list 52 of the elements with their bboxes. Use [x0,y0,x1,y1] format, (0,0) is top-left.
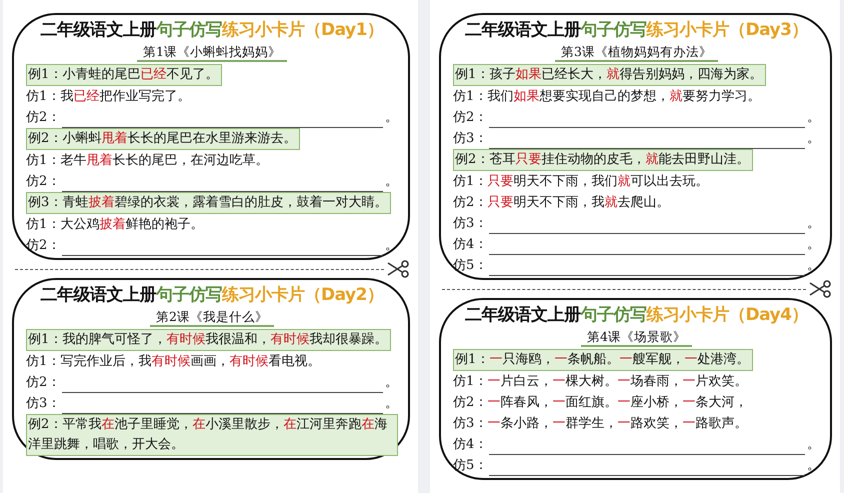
period-mark: 。 [807,215,820,233]
scissors-icon [808,279,832,299]
imitation-sentence: 仿1：老牛甩着长长的尾巴，在河边吃草。 [26,153,268,168]
example-sentence: 例1：我的脾气可怪了，有时候我很温和，有时候我却很暴躁。 [26,329,392,351]
row-label: 仿5： [453,457,488,475]
scissors-icon [386,259,410,279]
period-mark: 。 [385,173,398,191]
lesson-title: 第2课《我是什么》 [150,308,274,327]
row-label: 仿2： [26,237,60,255]
imitation-sentence: 仿1：写完作业后，我有时候画画，有时候看电视。 [26,354,320,369]
imitation-sentence: 仿2：一阵春风，一面红旗。一座小桥，一条大河， [453,395,748,410]
lesson-title: 第1课《小蝌蚪找妈妈》 [137,43,287,62]
row-label: 仿2： [26,374,60,392]
imitation-sentence: 仿2：只要明天不下雨，我就去爬山。 [453,195,670,210]
period-mark: 。 [385,395,398,413]
example-sentence: 例1：一只海鸥，一条帆船。一艘军舰，一处港湾。 [453,349,754,371]
example-sentence: 例1：小青蛙的尾巴已经不见了。 [26,64,222,86]
period-mark: 。 [807,130,820,148]
example-sentence: 例1：孩子如果已经长大，就得告别妈妈，四海为家。 [453,64,766,86]
example-sentence: 例3：青蛙披着碧绿的衣裳，露着雪白的肚皮，鼓着一对大睛。 [26,192,392,214]
row-label: 仿3： [453,215,488,233]
row-label: 仿2： [26,109,60,127]
row-label: 仿2： [453,109,488,127]
card-title: 二年级语文上册句子仿写练习小卡片（Day1） [40,19,384,42]
example-sentence: 例2：苍耳只要挂住动物的皮毛，就能去田野山洼。 [453,149,754,171]
imitation-sentence: 仿1：我已经把作业写完了。 [26,89,190,104]
period-mark: 。 [807,109,820,127]
lesson-title: 第3课《植物妈妈有办法》 [555,43,718,62]
example-sentence: 例2：小蝌蚪甩着长长的尾巴在水里游来游去。 [26,128,300,150]
card-title: 二年级语文上册句子仿写练习小卡片（Day3） [464,19,809,42]
row-label: 仿3： [26,395,60,413]
imitation-sentence: 仿1：一片白云，一棵大树。一场春雨，一片欢笑。 [453,374,748,389]
period-mark: 。 [807,436,820,454]
imitation-sentence: 仿1：大公鸡披着鲜艳的袍子。 [26,217,204,232]
row-label: 仿4： [453,436,488,454]
period-mark: 。 [385,237,398,255]
row-label: 仿3： [453,130,488,148]
example-sentence: 例2：平常我在池子里睡觉，在小溪里散步，在江河里奔跑在海洋里跳舞，唱歌，开大会。 [26,414,398,456]
card-title: 二年级语文上册句子仿写练习小卡片（Day4） [464,304,809,327]
imitation-sentence: 仿1：只要明天不下雨，我们就可以出去玩。 [453,174,708,189]
period-mark: 。 [807,457,820,475]
card-title: 二年级语文上册句子仿写练习小卡片（Day2） [40,284,384,307]
row-label: 仿5： [453,257,488,275]
period-mark: 。 [807,257,820,275]
period-mark: 。 [807,236,820,254]
lesson-title: 第4课《场景歌》 [581,328,692,347]
period-mark: 。 [385,109,398,127]
row-label: 仿2： [26,173,60,191]
period-mark: 。 [385,374,398,392]
imitation-sentence: 仿1：我们如果想要实现自己的梦想，就要努力学习。 [453,89,760,104]
row-label: 仿4： [453,236,488,254]
imitation-sentence: 仿3：一条小路，一群学生，一路欢笑，一路歌声。 [453,416,748,431]
